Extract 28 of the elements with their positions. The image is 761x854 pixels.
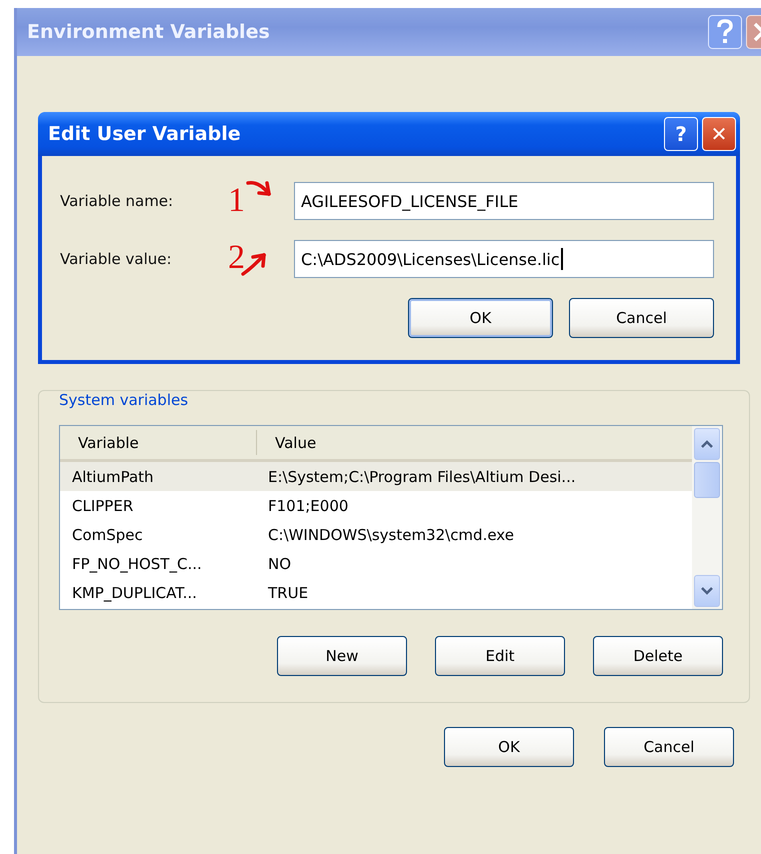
list-row[interactable]: KMP_DUPLICAT... TRUE <box>60 578 692 607</box>
cancel-button[interactable]: Cancel <box>604 727 734 767</box>
delete-button[interactable]: Delete <box>593 636 723 676</box>
column-header[interactable]: Variable <box>60 430 257 455</box>
field-label: Variable name: <box>60 192 174 210</box>
edit-button[interactable]: Edit <box>435 636 565 676</box>
close-button[interactable]: ✕ <box>702 117 736 151</box>
scroll-thumb[interactable] <box>694 462 720 498</box>
scroll-down-button[interactable] <box>694 575 720 607</box>
help-icon[interactable] <box>708 15 742 49</box>
list-row[interactable]: AltiumPath E:\System;C:\Program Files\Altium Desi... <box>60 462 692 491</box>
text-field[interactable]: AGILEESOFD_LICENSE_FILE <box>294 182 714 220</box>
field-label: Variable value: <box>60 250 173 268</box>
help-button[interactable]: ? <box>664 117 698 151</box>
annotation-number: 1 <box>228 184 245 218</box>
scroll-up-button[interactable] <box>694 428 720 460</box>
window-title: Environment Variables <box>27 21 270 43</box>
column-header[interactable]: Value <box>257 426 316 459</box>
text-field[interactable]: C:\ADS2009\Licenses\License.lic <box>294 240 714 278</box>
list-row[interactable]: FP_NO_HOST_C... NO <box>60 549 692 578</box>
dialog-title: Edit User Variable <box>48 123 241 145</box>
cancel-button[interactable]: Cancel <box>569 298 714 338</box>
list-row[interactable]: CLIPPER F101;E000 <box>60 491 692 520</box>
ok-button[interactable]: OK <box>408 298 553 338</box>
ok-button[interactable]: OK <box>444 727 574 767</box>
new-button[interactable]: New <box>277 636 407 676</box>
annotation-number: 2 <box>228 241 245 275</box>
list-row[interactable]: ComSpec C:\WINDOWS\system32\cmd.exe <box>60 520 692 549</box>
